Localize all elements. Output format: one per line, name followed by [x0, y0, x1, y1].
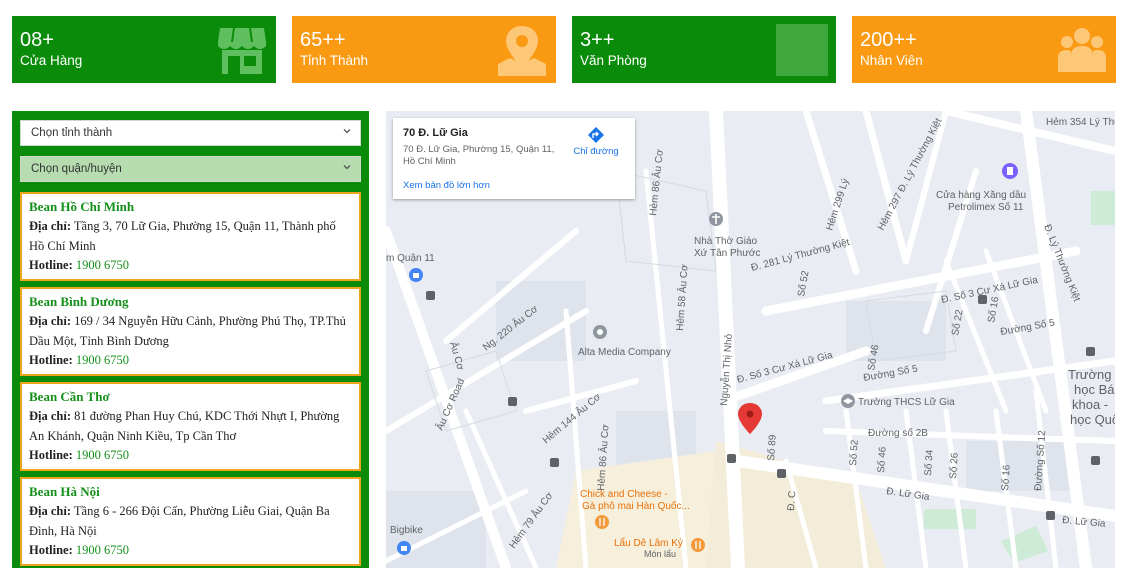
store-hotline: Hotline: 1900 6750 — [29, 351, 359, 370]
poi-bigbike-icon — [397, 541, 411, 555]
province-select-value: Chọn tỉnh thành — [31, 127, 113, 139]
stat-offices: 3++ Văn Phòng — [572, 16, 836, 83]
map-label: Lẩu Dê Lâm Ký — [614, 537, 683, 549]
office-image — [776, 24, 828, 76]
address-value: 81 đường Phan Huy Chú, KDC Thới Nhựt I, … — [29, 409, 340, 443]
map-label: học Quố — [1070, 412, 1115, 427]
hotline-value[interactable]: 1900 6750 — [76, 448, 129, 462]
store-card[interactable]: Bean Hà Nội Địa chỉ: Tầng 6 - 266 Đội Cấ… — [20, 477, 361, 566]
map-label: Cửa hàng Xăng dầu — [936, 189, 1026, 201]
hotline-label: Hotline: — [29, 448, 73, 462]
poi-school-icon — [841, 394, 855, 408]
stats-bar: 08+ Cửa Hàng 65++ Tỉnh Thành 3++ Văn Phò… — [12, 16, 1116, 83]
store-name: Bean Bình Dương — [29, 294, 129, 309]
district-select[interactable]: Chọn quận/huyện — [20, 156, 361, 182]
poi-restaurant-icon — [595, 515, 609, 529]
stat-stores: 08+ Cửa Hàng — [12, 16, 276, 83]
store-address: Địa chỉ: Tầng 6 - 266 Đội Cấn, Phường Li… — [29, 502, 359, 541]
map-label: khoa - — [1072, 397, 1108, 412]
map-label: Gà phô mai Hàn Quốc... — [582, 500, 690, 512]
address-label: Địa chỉ: — [29, 314, 72, 328]
address-label: Địa chỉ: — [29, 504, 72, 518]
store-card[interactable]: Bean Hồ Chí Minh Địa chỉ: Tầng 3, 70 Lữ … — [20, 192, 361, 281]
map-label: Số 52 — [847, 439, 861, 466]
hotline-value[interactable]: 1900 6750 — [76, 258, 129, 272]
store-hotline: Hotline: 1900 6750 — [29, 446, 359, 465]
store-card[interactable]: Bean Bình Dương Địa chỉ: 169 / 34 Nguyễn… — [20, 287, 361, 376]
map-place-address: 70 Đ. Lữ Gia, Phường 15, Quận 11, Hồ Chí… — [403, 144, 555, 167]
map-label: Số 16 — [999, 464, 1013, 491]
map-pin-icon — [496, 24, 548, 76]
poi-restaurant-icon — [691, 538, 705, 552]
chevron-down-icon — [342, 126, 352, 136]
map-label: Số 26 — [947, 452, 961, 479]
map-info-card: 70 Đ. Lữ Gia 70 Đ. Lữ Gia, Phường 15, Qu… — [393, 118, 635, 199]
map-label: Chick and Cheese - — [580, 489, 668, 500]
hotline-value[interactable]: 1900 6750 — [76, 543, 129, 557]
map-label: Alta Media Company — [578, 347, 671, 358]
store-address: Địa chỉ: Tầng 3, 70 Lữ Gia, Phường 15, Q… — [29, 217, 359, 256]
address-value: Tầng 3, 70 Lữ Gia, Phường 15, Quận 11, T… — [29, 219, 336, 253]
store-name: Bean Cần Thơ — [29, 389, 110, 404]
directions-button[interactable]: Chỉ đường — [571, 126, 621, 157]
address-value: 169 / 34 Nguyễn Hữu Cảnh, Phường Phú Thọ… — [29, 314, 346, 348]
poi-gas-icon — [1002, 163, 1018, 179]
address-label: Địa chỉ: — [29, 409, 72, 423]
map-label: Nhà Thờ Giáo — [694, 236, 758, 247]
map-label: Đường số 2B — [868, 427, 928, 439]
hotline-value[interactable]: 1900 6750 — [76, 353, 129, 367]
store-icon — [216, 24, 268, 76]
address-label: Địa chỉ: — [29, 219, 72, 233]
poi-bank-icon — [409, 268, 423, 282]
map-label: Trường — [1068, 367, 1111, 382]
poi-church-icon — [709, 212, 723, 226]
map-label: Số 46 — [875, 446, 889, 473]
hotline-label: Hotline: — [29, 258, 73, 272]
map-label: Đ. C — [786, 490, 798, 511]
map-label: Hẻm 354 Lý Thường — [1046, 117, 1115, 128]
province-select[interactable]: Chọn tỉnh thành — [20, 120, 361, 146]
store-card[interactable]: Bean Cần Thơ Địa chỉ: 81 đường Phan Huy … — [20, 382, 361, 471]
directions-icon — [588, 127, 604, 143]
map-label: Số 34 — [922, 449, 936, 476]
store-hotline: Hotline: 1900 6750 — [29, 541, 359, 560]
store-list-panel: Chọn tỉnh thành Chọn quận/huyện Bean Hồ … — [12, 111, 369, 568]
map-label: Số 89 — [765, 434, 779, 461]
stat-provinces: 65++ Tỉnh Thành — [292, 16, 556, 83]
map-label: m Quận 11 — [386, 253, 435, 264]
people-icon — [1056, 24, 1108, 76]
map-label: Xứ Tân Phước — [694, 248, 760, 259]
map-label: Món lẩu — [644, 549, 676, 559]
poi-company-icon — [593, 325, 607, 339]
store-name: Bean Hà Nội — [29, 484, 100, 499]
chevron-down-icon — [342, 162, 352, 172]
directions-label: Chỉ đường — [573, 146, 619, 157]
store-hotline: Hotline: 1900 6750 — [29, 256, 359, 275]
map-label: học Bá — [1074, 382, 1115, 397]
district-select-value: Chọn quận/huyện — [31, 163, 122, 175]
map-label: Bigbike — [390, 525, 423, 536]
address-value: Tầng 6 - 266 Đội Cấn, Phường Liễu Giai, … — [29, 504, 330, 538]
view-larger-map-link[interactable]: Xem bản đồ lớn hơn — [403, 180, 490, 191]
stat-staff: 200++ Nhân Viên — [852, 16, 1116, 83]
hotline-label: Hotline: — [29, 353, 73, 367]
map-label: Petrolimex Số 11 — [948, 201, 1024, 213]
hotline-label: Hotline: — [29, 543, 73, 557]
store-map[interactable]: Hẻm 354 Lý Thường Hẻm 299 Lý Hẻm 297 Đ. … — [386, 111, 1115, 568]
store-name: Bean Hồ Chí Minh — [29, 199, 135, 214]
store-address: Địa chỉ: 81 đường Phan Huy Chú, KDC Thới… — [29, 407, 359, 446]
store-address: Địa chỉ: 169 / 34 Nguyễn Hữu Cảnh, Phườn… — [29, 312, 359, 351]
map-label: Trường THCS Lữ Gia — [858, 397, 955, 408]
